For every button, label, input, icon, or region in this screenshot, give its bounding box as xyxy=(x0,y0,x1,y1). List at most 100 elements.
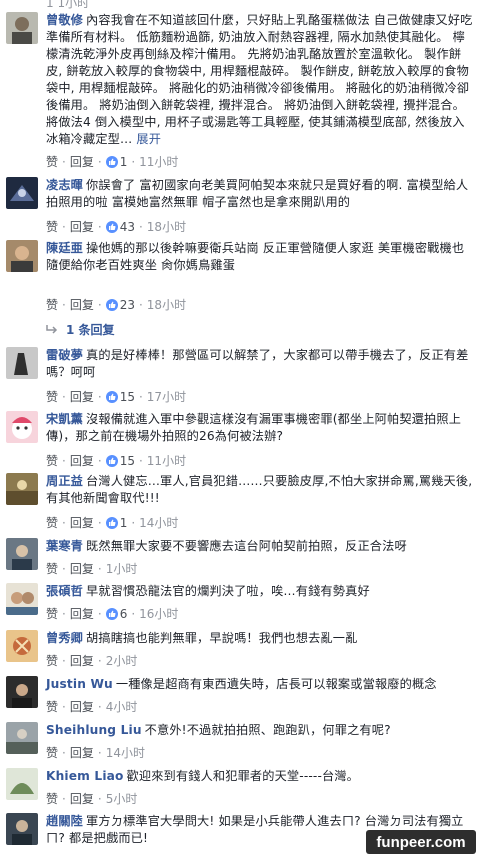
comment-body: 凌志暉 你誤會了 富初國家向老美買阿帕契本來就只是買好看的啊. 富模型給人拍照用的… xyxy=(46,177,474,211)
thumbs-up-icon xyxy=(105,221,118,233)
see-more-link[interactable]: 展开 xyxy=(136,132,161,146)
timestamp[interactable]: 17小时 xyxy=(147,390,186,404)
comment-author[interactable]: Khiem Liao xyxy=(46,769,124,783)
thumbs-up-icon xyxy=(105,391,118,403)
timestamp[interactable]: 5小时 xyxy=(106,792,138,806)
comment-body: 曾秀卿 胡搞瞎搞也能判無罪，早說嗎！我們也想去亂一亂 xyxy=(46,630,474,647)
like-button[interactable]: 赞 xyxy=(46,298,58,312)
avatar[interactable] xyxy=(6,813,38,845)
avatar[interactable] xyxy=(6,411,38,443)
timestamp[interactable]: 16小时 xyxy=(139,607,178,621)
comment-text: 胡搞瞎搞也能判無罪，早說嗎！我們也想去亂一亂 xyxy=(86,631,358,645)
like-button[interactable]: 赞 xyxy=(46,562,58,576)
like-button[interactable]: 赞 xyxy=(46,155,58,169)
thumbs-up-icon xyxy=(105,608,118,620)
like-button[interactable]: 赞 xyxy=(46,654,58,668)
comment-text: 既然無罪大家要不要響應去這台阿帕契前拍照，反正合法呀 xyxy=(86,539,407,553)
comment-actions: 赞 · 回复 · 23 · 18小时 xyxy=(46,298,187,312)
like-button[interactable]: 赞 xyxy=(46,746,58,760)
previous-comment-meta: 1 1小时 xyxy=(46,0,90,10)
reply-button[interactable]: 回复 xyxy=(70,155,94,169)
reply-button[interactable]: 回复 xyxy=(70,454,94,468)
timestamp[interactable]: 1小时 xyxy=(106,562,138,576)
like-button[interactable]: 赞 xyxy=(46,390,58,404)
reply-button[interactable]: 回复 xyxy=(70,516,94,530)
comment-actions: 赞 · 回复 · 4小时 xyxy=(46,700,138,714)
comment-body: 曾敬修 內容我會在不知道該回什麼，只好貼上乳酪蛋糕做法 自己做健康又好吃 準備所有… xyxy=(46,12,474,148)
like-count[interactable]: 1 xyxy=(105,516,127,530)
like-count[interactable]: 1 xyxy=(105,155,127,169)
like-count[interactable]: 43 xyxy=(105,220,135,234)
timestamp[interactable]: 11小时 xyxy=(147,454,186,468)
like-button[interactable]: 赞 xyxy=(46,516,58,530)
timestamp[interactable]: 18小时 xyxy=(147,298,186,312)
avatar[interactable] xyxy=(6,583,38,615)
comment-text: 你誤會了 富初國家向老美買阿帕契本來就只是買好看的啊. 富模型給人拍照用的啦 富… xyxy=(46,178,469,209)
reply-button[interactable]: 回复 xyxy=(70,792,94,806)
like-button[interactable]: 赞 xyxy=(46,454,58,468)
comment-author[interactable]: 凌志暉 xyxy=(46,178,83,192)
comment-text: 不意外!不過就拍拍照、跑跑趴，何罪之有呢? xyxy=(144,723,391,737)
like-count[interactable]: 6 xyxy=(105,607,127,621)
comment-author[interactable]: 陳廷亜 xyxy=(46,241,83,255)
comment-author[interactable]: 曾秀卿 xyxy=(46,631,83,645)
avatar[interactable] xyxy=(6,473,38,505)
comment-text: 內容我會在不知道該回什麼，只好貼上乳酪蛋糕做法 自己做健康又好吃 準備所有材料。… xyxy=(46,13,473,146)
timestamp[interactable]: 2小时 xyxy=(106,654,138,668)
comment-body: 葉寒青 既然無罪大家要不要響應去這台阿帕契前拍照，反正合法呀 xyxy=(46,538,474,555)
comment-author[interactable]: Sheihlung Liu xyxy=(46,723,142,737)
comment-author[interactable]: 張碩哲 xyxy=(46,584,83,598)
comment-actions: 赞 · 回复 · 5小时 xyxy=(46,792,138,806)
thumbs-up-icon xyxy=(105,455,118,467)
like-button[interactable]: 赞 xyxy=(46,700,58,714)
watermark: funpeer.com xyxy=(366,830,476,854)
avatar[interactable] xyxy=(6,722,38,754)
comment-text: 真的是好棒棒！那營區可以解禁了，大家都可以帶手機去了，反正有差嗎？呵呵 xyxy=(46,348,469,379)
comment-author[interactable]: 周正益 xyxy=(46,474,83,488)
view-replies-link[interactable]: 1 条回复 xyxy=(46,321,115,338)
comment-text: 台灣人健忘…軍人,官員犯錯……只要臉皮厚,不怕大家拼命罵,罵幾天後,有其他新聞會… xyxy=(46,474,473,505)
thumbs-up-icon xyxy=(105,156,118,168)
comment-author[interactable]: 葉寒青 xyxy=(46,539,83,553)
avatar[interactable] xyxy=(6,768,38,800)
like-button[interactable]: 赞 xyxy=(46,607,58,621)
comment-author[interactable]: 宋凱薰 xyxy=(46,412,83,426)
avatar[interactable] xyxy=(6,12,38,44)
timestamp[interactable]: 4小时 xyxy=(106,700,138,714)
comment-author[interactable]: Justin Wu xyxy=(46,677,113,691)
comment-author[interactable]: 雷破夢 xyxy=(46,348,83,362)
reply-button[interactable]: 回复 xyxy=(70,298,94,312)
reply-button[interactable]: 回复 xyxy=(70,220,94,234)
reply-button[interactable]: 回复 xyxy=(70,607,94,621)
reply-button[interactable]: 回复 xyxy=(70,654,94,668)
reply-button[interactable]: 回复 xyxy=(70,562,94,576)
reply-button[interactable]: 回复 xyxy=(70,390,94,404)
reply-button[interactable]: 回复 xyxy=(70,700,94,714)
timestamp[interactable]: 18小时 xyxy=(147,220,186,234)
comment-text: 沒報備就進入軍中參觀這樣沒有漏軍事機密罪(都坐上阿帕契還拍照上傳)，那之前在機場… xyxy=(46,412,462,443)
like-count[interactable]: 23 xyxy=(105,298,135,312)
comment-actions: 赞 · 回复 · 6 · 16小时 xyxy=(46,607,179,621)
comment-author[interactable]: 趙關陸 xyxy=(46,814,83,828)
avatar[interactable] xyxy=(6,177,38,209)
comment-actions: 赞 · 回复 · 43 · 18小时 xyxy=(46,220,187,234)
like-button[interactable]: 赞 xyxy=(46,220,58,234)
timestamp[interactable]: 11小时 xyxy=(139,155,178,169)
comment-body: 宋凱薰 沒報備就進入軍中參觀這樣沒有漏軍事機密罪(都坐上阿帕契還拍照上傳)，那之前… xyxy=(46,411,474,445)
like-button[interactable]: 赞 xyxy=(46,792,58,806)
comment-body: 雷破夢 真的是好棒棒！那營區可以解禁了，大家都可以帶手機去了，反正有差嗎？呵呵 xyxy=(46,347,474,381)
avatar[interactable] xyxy=(6,347,38,379)
timestamp[interactable]: 14小时 xyxy=(106,746,145,760)
like-count[interactable]: 15 xyxy=(105,454,135,468)
avatar[interactable] xyxy=(6,630,38,662)
avatar[interactable] xyxy=(6,240,38,272)
avatar[interactable] xyxy=(6,538,38,570)
comment-author[interactable]: 曾敬修 xyxy=(46,13,83,27)
like-count[interactable]: 15 xyxy=(105,390,135,404)
timestamp[interactable]: 14小时 xyxy=(139,516,178,530)
reply-button[interactable]: 回复 xyxy=(70,746,94,760)
comment-actions: 赞 · 回复 · 2小时 xyxy=(46,654,138,668)
avatar[interactable] xyxy=(6,676,38,708)
reply-arrow-icon xyxy=(46,325,58,334)
comment-actions: 赞 · 回复 · 1小时 xyxy=(46,562,138,576)
